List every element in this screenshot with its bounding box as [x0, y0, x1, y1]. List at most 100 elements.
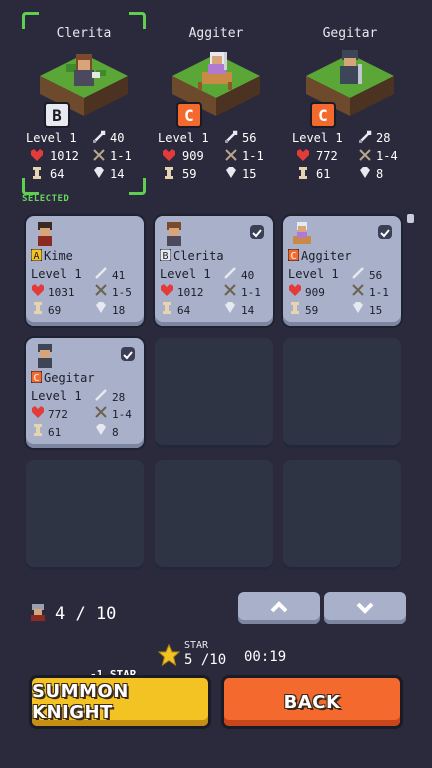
hp-value: 1012 [177, 286, 204, 299]
party-name: Gegitar [322, 26, 378, 41]
star-icon [158, 644, 180, 666]
knight-head-icon [31, 604, 45, 621]
level-text: Level 1 [160, 267, 211, 281]
party-slot-1[interactable]: Clerita B Level 1 40 1012 1-1 64 14 [22, 10, 146, 200]
speed-value: 61 [48, 426, 62, 439]
checkmark-icon[interactable] [250, 225, 264, 239]
heart-icon [32, 406, 44, 418]
party-slot-3[interactable]: Gegitar C Level 1 28 772 1-4 61 8 [288, 10, 412, 200]
summon-knight-button[interactable]: SUMMON KNIGHT [32, 678, 208, 726]
checkmark-icon[interactable] [378, 225, 392, 239]
empty-slot[interactable] [155, 460, 273, 570]
diamond-icon [226, 167, 236, 178]
heart-icon [297, 149, 309, 161]
party-slot-2[interactable]: Aggiter C Level 1 56 909 1-1 59 15 [154, 10, 278, 200]
speed-value: 69 [48, 304, 62, 317]
hp-value: 1031 [48, 286, 75, 299]
knight-card-aggiter[interactable]: C Aggiter Level 1 56 909 1-1 59 15 [283, 216, 401, 326]
selection-corner [22, 178, 39, 195]
bow-icon [225, 149, 237, 161]
hp-value: 1012 [50, 149, 79, 163]
empty-slot[interactable] [26, 460, 144, 570]
scroll-up-button[interactable] [238, 592, 320, 624]
hp-value: 909 [305, 286, 325, 299]
diamond-icon [94, 167, 104, 178]
hp-value: 772 [316, 149, 338, 163]
range-value: 1-4 [112, 408, 132, 421]
knight-card-kime[interactable]: A Kime Level 1 41 1031 1-5 69 18 [26, 216, 144, 326]
knight-count: 4 / 10 [55, 604, 117, 624]
speed-value: 64 [50, 167, 65, 181]
back-button[interactable]: BACK [224, 678, 400, 726]
attack-value: 56 [369, 269, 383, 282]
hourglass-icon [299, 167, 307, 179]
svg-text:C: C [290, 251, 296, 261]
speed-value: 61 [316, 167, 331, 181]
attack-value: 40 [241, 269, 255, 282]
rank-c-badge: C [288, 249, 299, 261]
range-value: 1-1 [242, 149, 264, 163]
knight-name: Gegitar [44, 371, 95, 385]
range-value: 1-4 [376, 149, 398, 163]
sword-icon [93, 130, 106, 143]
knight-name: Kime [44, 249, 73, 263]
knight-portrait [293, 222, 311, 244]
hourglass-icon [163, 302, 171, 314]
hourglass-icon [165, 167, 173, 179]
heart-icon [163, 149, 175, 161]
defense-value: 14 [110, 167, 125, 181]
knight-portrait [38, 344, 52, 368]
speed-value: 59 [305, 304, 319, 317]
attack-value: 56 [242, 131, 257, 145]
range-value: 1-1 [110, 149, 132, 163]
sword-icon [224, 267, 236, 279]
sword-icon [95, 389, 107, 401]
scrollbar[interactable] [407, 214, 414, 223]
bow-icon [95, 284, 107, 296]
svg-text:B: B [162, 251, 168, 261]
empty-slot[interactable] [283, 460, 401, 570]
star-count: 5 /10 [184, 652, 227, 668]
rank-c-badge: C [310, 102, 336, 128]
knight-card-gegitar[interactable]: C Gegitar Level 1 28 772 1-4 61 8 [26, 338, 144, 448]
attack-value: 28 [376, 131, 391, 145]
defense-value: 15 [242, 167, 257, 181]
svg-text:C: C [318, 106, 328, 125]
attack-value: 28 [112, 391, 126, 404]
svg-text:B: B [52, 106, 62, 125]
speed-value: 59 [182, 167, 197, 181]
defense-value: 8 [112, 426, 119, 439]
empty-slot[interactable] [283, 338, 401, 448]
diamond-icon [353, 302, 363, 313]
empty-slot[interactable] [155, 338, 273, 448]
defense-value: 14 [241, 304, 255, 317]
range-value: 1-5 [112, 286, 132, 299]
star-timer: 00:19 [244, 649, 287, 665]
checkmark-icon[interactable] [121, 347, 135, 361]
sword-icon [225, 130, 238, 143]
knight-card-clerita[interactable]: B Clerita Level 1 40 1012 1-1 64 14 [155, 216, 273, 326]
rank-c-badge: C [176, 102, 202, 128]
svg-text:C: C [184, 106, 194, 125]
bow-icon [224, 284, 236, 296]
party-name: Aggiter [188, 26, 244, 41]
range-value: 1-1 [369, 286, 389, 299]
knight-name: Aggiter [301, 249, 352, 263]
sword-icon [359, 130, 372, 143]
rank-b-badge: B [160, 249, 171, 261]
bow-icon [93, 149, 105, 161]
level-text: Level 1 [158, 131, 209, 145]
hourglass-icon [291, 302, 299, 314]
party-name: Clerita [56, 26, 112, 41]
sword-icon [95, 267, 107, 279]
heart-icon [31, 149, 43, 161]
diamond-icon [96, 424, 106, 435]
defense-value: 15 [369, 304, 383, 317]
hourglass-icon [34, 424, 42, 436]
hp-value: 772 [48, 408, 68, 421]
hourglass-icon [33, 167, 41, 179]
star-label: STAR [184, 640, 209, 651]
bow-icon [352, 284, 364, 296]
scroll-down-button[interactable] [324, 592, 406, 624]
defense-value: 8 [376, 167, 384, 181]
